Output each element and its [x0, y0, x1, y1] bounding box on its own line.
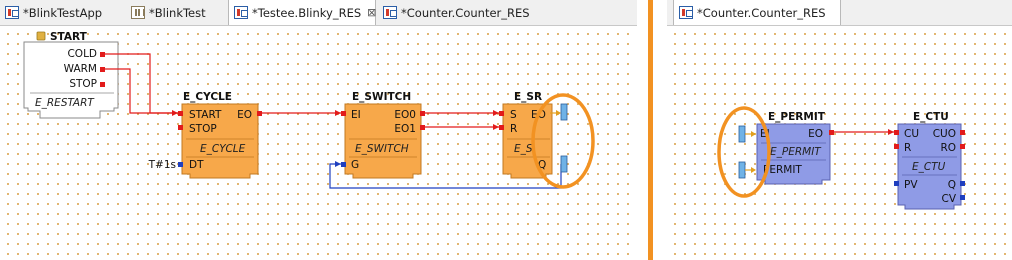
- e-switch-block[interactable]: E_SWITCH EI EO0 EO1 E_SWITCH G: [341, 91, 425, 179]
- e-ctu-r-pin[interactable]: [894, 144, 899, 149]
- e-switch-title: E_SWITCH: [352, 91, 411, 103]
- e-switch-g-port: G: [351, 159, 359, 171]
- e-cycle-block[interactable]: E_CYCLE START STOP EO E_CYCLE DT T#1s: [148, 91, 262, 179]
- e-cycle-stop-pin[interactable]: [178, 125, 183, 130]
- e-cycle-title: E_CYCLE: [183, 91, 232, 103]
- start-block-type: E_RESTART: [35, 97, 95, 109]
- right-editor-pane: *Counter.Counter_RES E_PERMIT EI EO E_PE…: [667, 0, 1012, 260]
- lock-icon: [36, 31, 46, 41]
- e-ctu-pv-port: PV: [904, 179, 918, 191]
- e-ctu-cu-pin[interactable]: [894, 130, 899, 135]
- start-warm-port: WARM: [64, 63, 97, 75]
- left-diagram: START COLD WARM STOP E_RESTART E_CYCLE S…: [23, 31, 595, 189]
- start-warm-pin[interactable]: [100, 67, 105, 72]
- e-ctu-cuo-port: CUO: [933, 128, 956, 140]
- e-sr-s-pin[interactable]: [499, 111, 504, 116]
- e-cycle-start-pin[interactable]: [178, 111, 183, 116]
- e-ctu-cu-port: CU: [904, 128, 919, 140]
- q-watch-marker[interactable]: [560, 155, 568, 173]
- start-block[interactable]: START COLD WARM STOP E_RESTART: [23, 31, 119, 119]
- e-ctu-cuo-pin[interactable]: [960, 130, 965, 135]
- ei-force-marker[interactable]: [738, 125, 756, 143]
- e-ctu-title: E_CTU: [913, 111, 949, 123]
- e-ctu-pv-pin[interactable]: [894, 181, 899, 186]
- e-cycle-type: E_CYCLE: [200, 143, 246, 155]
- start-block-title: START: [50, 31, 88, 43]
- e-sr-s-port: S: [510, 109, 517, 121]
- e-switch-eo0-pin[interactable]: [420, 111, 425, 116]
- e-switch-g-pin[interactable]: [341, 162, 346, 167]
- e-ctu-r-port: R: [904, 142, 911, 154]
- e-cycle-eo-pin[interactable]: [257, 111, 262, 116]
- pane-separator: [648, 0, 653, 260]
- e-sr-title: E_SR: [514, 91, 542, 103]
- e-switch-ei-pin[interactable]: [341, 111, 346, 116]
- e-switch-eo1-port: EO1: [394, 123, 416, 135]
- eo-watch-marker[interactable]: [550, 103, 568, 121]
- e-ctu-q-pin[interactable]: [960, 181, 965, 186]
- permit-force-marker[interactable]: [738, 161, 756, 179]
- e-switch-type: E_SWITCH: [355, 143, 409, 155]
- e-sr-type: E_S: [514, 143, 533, 155]
- e-permit-eo-port: EO: [808, 128, 823, 140]
- event-connections: [105, 53, 499, 130]
- e-ctu-q-port: Q: [948, 179, 956, 191]
- e-ctu-cv-pin[interactable]: [960, 195, 965, 200]
- e-switch-ei-port: EI: [351, 109, 361, 121]
- start-stop-pin[interactable]: [100, 82, 105, 87]
- e-sr-r-pin[interactable]: [499, 125, 504, 130]
- e-cycle-eo-port: EO: [237, 109, 252, 121]
- e-cycle-start-port: START: [189, 109, 222, 121]
- e-permit-eo-pin[interactable]: [829, 130, 834, 135]
- right-diagram: E_PERMIT EI EO E_PERMIT PERMIT E_CTU CU …: [717, 106, 965, 210]
- e-cycle-stop-port: STOP: [189, 123, 217, 135]
- start-cold-port: COLD: [67, 48, 97, 60]
- e-permit-title: E_PERMIT: [768, 111, 826, 123]
- e-ctu-ro-port: RO: [940, 142, 956, 154]
- start-stop-port: STOP: [69, 78, 97, 90]
- e-sr-r-port: R: [510, 123, 517, 135]
- e-switch-eo1-pin[interactable]: [420, 125, 425, 130]
- e-ctu-type: E_CTU: [912, 161, 946, 173]
- start-cold-pin[interactable]: [100, 52, 105, 57]
- e-cycle-dt-value[interactable]: T#1s: [148, 159, 176, 171]
- e-ctu-cv-port: CV: [941, 193, 956, 205]
- e-permit-type: E_PERMIT: [770, 146, 822, 158]
- e-cycle-dt-port: DT: [189, 159, 204, 171]
- e-cycle-dt-pin[interactable]: [178, 162, 183, 167]
- left-editor-pane: *BlinkTestApp *BlinkTest *Testee.Blinky_…: [0, 0, 637, 260]
- e-switch-eo0-port: EO0: [394, 109, 416, 121]
- event-connection-eo-cu[interactable]: [834, 129, 894, 135]
- e-ctu-ro-pin[interactable]: [960, 144, 965, 149]
- e-ctu-block[interactable]: E_CTU CU R CUO RO E_CTU PV Q CV: [894, 111, 965, 210]
